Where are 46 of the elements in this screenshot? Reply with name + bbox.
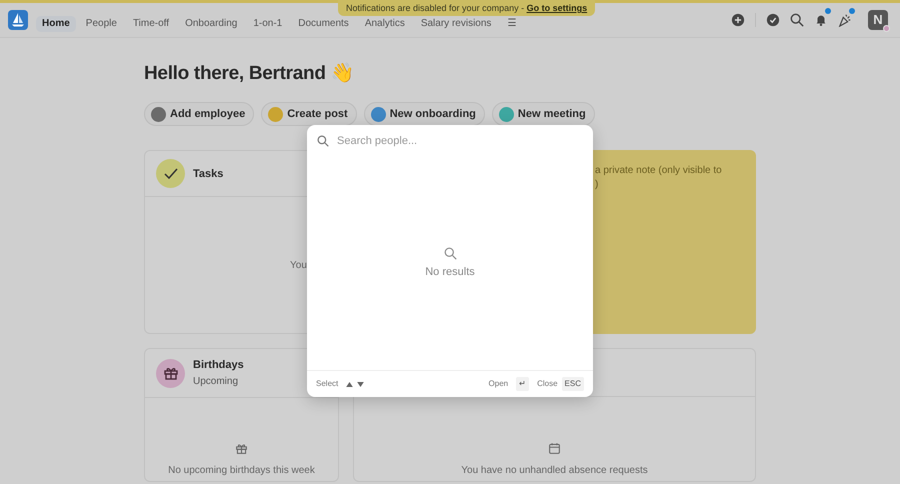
more-menu-button[interactable]: ☰ <box>501 16 522 32</box>
nav-tab[interactable]: Documents <box>292 16 355 32</box>
empty-state-text: You <box>290 258 307 273</box>
card-subtitle: Upcoming <box>193 374 240 389</box>
hint-label: Select <box>316 378 338 390</box>
plus-icon[interactable] <box>731 13 745 27</box>
card-title: Birthdays <box>193 358 244 374</box>
gift-icon <box>156 358 185 388</box>
nav-tab[interactable]: People <box>80 16 123 32</box>
user-avatar[interactable]: N <box>868 10 888 30</box>
nav-tab[interactable]: Home <box>36 16 76 32</box>
settings-link[interactable]: Go to settings <box>526 3 588 13</box>
hint-label: Open <box>488 378 508 390</box>
action-button[interactable]: New onboarding <box>364 102 485 126</box>
status-badge <box>883 25 890 32</box>
no-results-text: No results <box>425 265 475 280</box>
sailboat-logo[interactable] <box>8 10 28 30</box>
check-circle-icon[interactable] <box>766 13 780 27</box>
nav-tab[interactable]: Time-off <box>126 16 176 32</box>
search-icon[interactable] <box>790 13 804 27</box>
key-hint: ↵ <box>516 377 530 391</box>
down-arrow-icon <box>357 382 364 386</box>
calendar-icon <box>548 442 561 456</box>
empty-state-text: No upcoming birthdays this week <box>168 464 315 478</box>
nav-tab[interactable]: Analytics <box>358 16 411 32</box>
bell-icon[interactable] <box>814 13 828 27</box>
card-title: Tasks <box>193 166 224 182</box>
nav-tab[interactable]: Onboarding <box>179 16 244 32</box>
action-button[interactable]: Create post <box>261 102 357 126</box>
action-button[interactable]: New meeting <box>492 102 595 126</box>
search-icon <box>444 247 456 260</box>
note-text: a private note (only visible to <box>595 164 722 178</box>
check-icon <box>156 159 185 188</box>
action-button[interactable]: Add employee <box>144 102 254 126</box>
greeting-heading: Hello there, Bertrand 👋 <box>144 63 354 86</box>
nav-tab[interactable]: 1-on-1 <box>247 16 288 32</box>
gift-icon <box>235 442 248 456</box>
search-icon <box>317 135 329 148</box>
notification-banner: Notifications are disabled for your company - Go to settings <box>338 0 596 16</box>
nav-tab[interactable]: Salary revisions <box>414 16 498 32</box>
key-hint: ESC <box>562 377 584 391</box>
empty-state-text: You have no unhandled absence requests <box>461 464 648 478</box>
note-text: ) <box>595 178 598 192</box>
hint-label: Close <box>537 378 558 390</box>
up-arrow-icon <box>346 382 354 386</box>
party-popper-icon[interactable] <box>838 13 852 27</box>
